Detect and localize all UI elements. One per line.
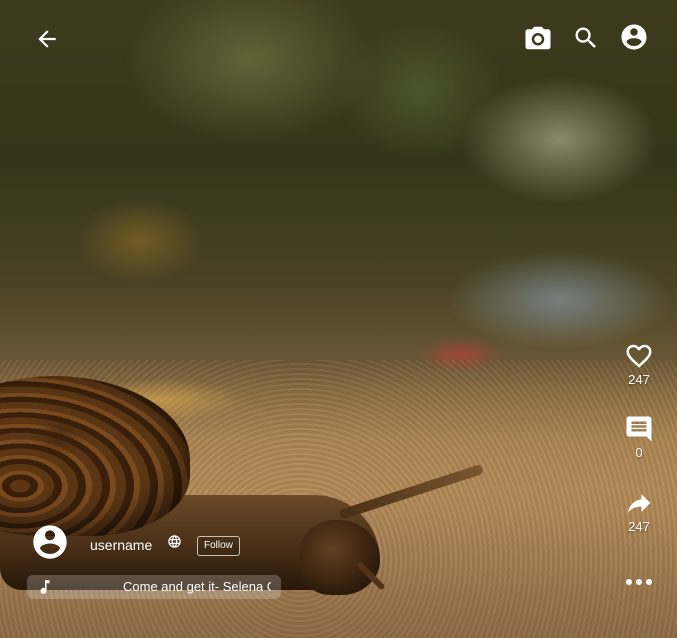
share-icon[interactable] <box>624 488 654 518</box>
search-button[interactable] <box>571 23 601 53</box>
author-username[interactable]: username <box>90 537 152 553</box>
heart-outline-icon[interactable] <box>624 341 654 371</box>
music-track-title: Come and get it- Selena Gomez <box>123 579 271 594</box>
camera-icon <box>525 26 551 50</box>
camera-button[interactable] <box>523 23 553 53</box>
comment-count: 0 <box>635 445 643 460</box>
comment-action[interactable]: 0 <box>617 414 661 460</box>
arrow-left-icon <box>38 30 56 48</box>
like-count: 247 <box>628 372 650 387</box>
share-action[interactable]: 247 <box>617 488 661 534</box>
share-count: 247 <box>628 519 650 534</box>
music-bar[interactable]: Come and get it- Selena Gomez <box>27 575 281 599</box>
account-circle-icon <box>621 24 647 50</box>
globe-icon <box>167 534 182 554</box>
more-horizontal-icon <box>626 579 652 585</box>
music-note-icon <box>40 580 50 594</box>
bottom-shade <box>0 488 677 638</box>
search-icon <box>575 27 596 48</box>
comment-icon[interactable] <box>624 414 654 444</box>
author-avatar[interactable] <box>30 522 70 562</box>
account-circle-icon <box>33 525 67 559</box>
back-button[interactable] <box>33 25 61 53</box>
more-button[interactable] <box>624 572 654 592</box>
follow-button[interactable]: Follow <box>197 536 240 556</box>
profile-button[interactable] <box>619 22 649 52</box>
like-action[interactable]: 247 <box>617 341 661 387</box>
